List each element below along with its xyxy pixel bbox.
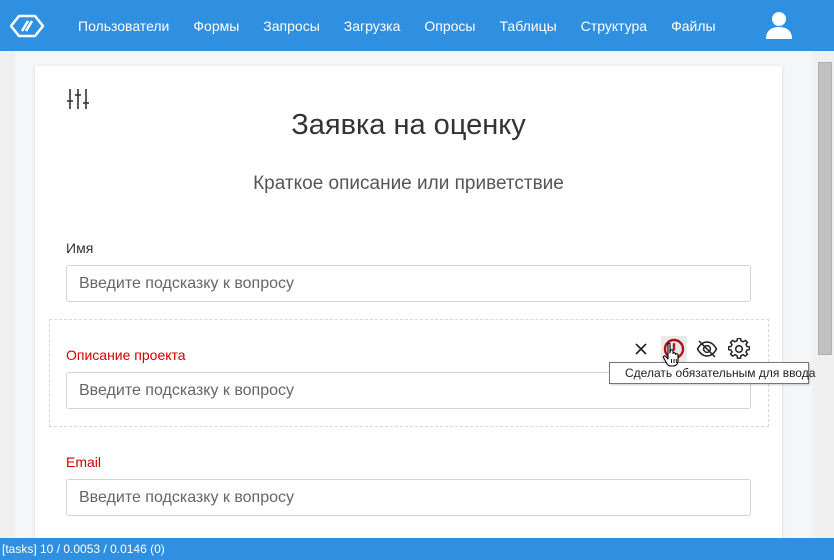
- question-settings-button[interactable]: [726, 336, 752, 362]
- question-input-name[interactable]: [66, 265, 751, 302]
- question-label-project-description[interactable]: Описание проекта: [66, 347, 186, 363]
- nav-item-files[interactable]: Файлы: [659, 0, 727, 51]
- nav-item-upload[interactable]: Загрузка: [332, 0, 413, 51]
- gear-icon: [728, 338, 750, 359]
- nav-item-surveys[interactable]: Опросы: [412, 0, 487, 51]
- nav-item-requests[interactable]: Запросы: [251, 0, 331, 51]
- scrollbar-thumb[interactable]: [818, 62, 832, 355]
- question-label-email[interactable]: Email: [66, 454, 101, 470]
- hand-cursor-icon: [662, 342, 679, 367]
- nav-menu: Пользователи Формы Запросы Загрузка Опро…: [66, 0, 728, 51]
- delete-question-button[interactable]: [628, 336, 654, 362]
- top-navbar: Пользователи Формы Запросы Загрузка Опро…: [0, 0, 834, 51]
- app-logo-icon[interactable]: [8, 10, 46, 42]
- form-title[interactable]: Заявка на оценку: [35, 109, 782, 142]
- nav-item-structure[interactable]: Структура: [569, 0, 659, 51]
- page-content: Заявка на оценку Краткое описание или пр…: [15, 51, 812, 541]
- form-card: Заявка на оценку Краткое описание или пр…: [35, 66, 782, 541]
- question-input-email[interactable]: [66, 479, 751, 516]
- eye-off-icon: [696, 340, 718, 358]
- tooltip: Сделать обязательным для ввода: [609, 362, 815, 384]
- nav-item-forms[interactable]: Формы: [181, 0, 251, 51]
- status-bar: [tasks] 10 / 0.0053 / 0.0146 (0): [0, 538, 834, 560]
- form-subtitle[interactable]: Краткое описание или приветствие: [35, 173, 782, 195]
- nav-item-tables[interactable]: Таблицы: [488, 0, 569, 51]
- visibility-toggle-button[interactable]: [694, 336, 720, 362]
- nav-item-users[interactable]: Пользователи: [66, 0, 181, 51]
- question-label-name[interactable]: Имя: [66, 240, 93, 256]
- user-icon[interactable]: [764, 10, 794, 40]
- close-icon: [635, 343, 647, 355]
